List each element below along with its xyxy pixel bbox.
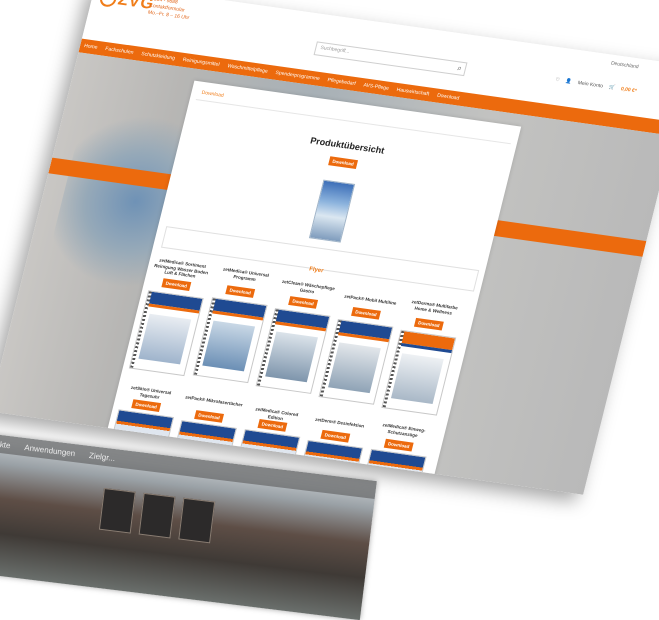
download-button[interactable]: Download <box>288 296 319 309</box>
cart-price[interactable]: 0,00 €* <box>620 86 637 94</box>
nav-item-pflegebedarf[interactable]: Pflegebedarf <box>327 77 357 87</box>
flyer-thumbnail[interactable] <box>192 297 268 384</box>
back-nav-item: Zielgr... <box>88 450 116 463</box>
building-window <box>138 492 176 539</box>
flyer-label: zetPack® Mikrofasertücher <box>184 394 244 408</box>
building-window <box>98 487 136 534</box>
nav-item-reinigungsmittel[interactable]: Reinigungsmittel <box>182 57 220 68</box>
flyer-image <box>202 320 256 372</box>
nav-item-avs-pflege[interactable]: AVS-Pflege <box>363 82 390 91</box>
language-selector[interactable]: Deutschland <box>610 61 639 71</box>
flyer-label: zetSkin® Universal Tagesuhr <box>130 384 172 400</box>
flyer-image <box>390 353 444 404</box>
background-building-photo: Produkte Anwendungen Zielgr... <box>0 430 377 620</box>
catalog-thumbnail[interactable] <box>308 179 356 243</box>
search-icon[interactable]: ⌕ <box>456 63 463 73</box>
cart-icon[interactable]: 🛒 <box>608 84 616 91</box>
flyer-label: zetMedica® Sortiment Reinigung Wasser Bo… <box>153 257 209 279</box>
download-button[interactable]: Download <box>383 438 414 452</box>
flyer-label: zetMedica® Einweg-Schutzanzüge <box>382 422 427 438</box>
download-button[interactable]: Download <box>161 278 192 291</box>
download-button[interactable]: Download <box>194 410 225 423</box>
flyer-label: zetMedica® Universal Programm <box>222 266 270 282</box>
account-icon[interactable]: 👤 <box>565 78 573 85</box>
download-button[interactable]: Download <box>413 317 444 331</box>
search-input[interactable]: Suchbegriff... <box>320 45 351 55</box>
flyer-label: zetClean® Wäschepflege Gastro <box>281 278 336 294</box>
flyer-thumbnail[interactable] <box>255 308 331 394</box>
flyer-image <box>328 342 381 394</box>
nav-item-fachschulen[interactable]: Fachschulen <box>105 46 135 56</box>
user-area: ♡ 👤 Mein Konto 🛒 0,00 €* <box>555 77 638 94</box>
website-screenshot: ZVG 0234 - 9888 Kontaktformular Mo.–Fr. … <box>0 0 659 495</box>
flyer-label: zetDerm® Desinfektion <box>314 416 365 429</box>
flyer-thumbnail[interactable] <box>110 409 175 449</box>
nav-item-hauswirtschaft[interactable]: Hauswirtschaft <box>396 87 430 97</box>
search-bar[interactable]: Suchbegriff... ⌕ <box>313 41 468 77</box>
flyer-image <box>265 331 318 383</box>
download-button[interactable]: Download <box>131 399 162 412</box>
download-button[interactable]: Download <box>320 429 351 443</box>
flyer-thumbnail[interactable] <box>318 318 394 405</box>
flyer-thumbnail[interactable] <box>237 429 301 469</box>
back-nav-item: Produkte <box>0 436 12 450</box>
flyer-image <box>138 313 192 365</box>
logo-ring-icon <box>98 0 119 8</box>
back-nav-item: Anwendungen <box>23 442 76 458</box>
account-link[interactable]: Mein Konto <box>577 80 604 89</box>
breadcrumb[interactable]: Download <box>201 90 224 99</box>
flyer-thumbnail[interactable] <box>173 420 237 460</box>
download-button[interactable]: Download <box>328 156 359 169</box>
nav-item-download[interactable]: Download <box>436 93 459 102</box>
nav-item-schutzkleidung[interactable]: Schutzkleidung <box>141 51 176 62</box>
flyer-thumbnail[interactable] <box>128 290 204 377</box>
nav-item-home[interactable]: Home <box>83 43 98 51</box>
contact-info: 0234 - 9888 Kontaktformular Mo.–Fr. 8 – … <box>147 0 193 22</box>
flyer-label: zetDerma® Multifarbe Home & Wellness <box>411 299 459 316</box>
wishlist-icon[interactable]: ♡ <box>555 77 561 83</box>
flyer-thumbnail[interactable] <box>381 329 457 416</box>
flyer-label: zetPack® Mobil Multiline <box>343 293 398 306</box>
download-button[interactable]: Download <box>351 306 381 320</box>
download-button[interactable]: Download <box>225 285 256 298</box>
